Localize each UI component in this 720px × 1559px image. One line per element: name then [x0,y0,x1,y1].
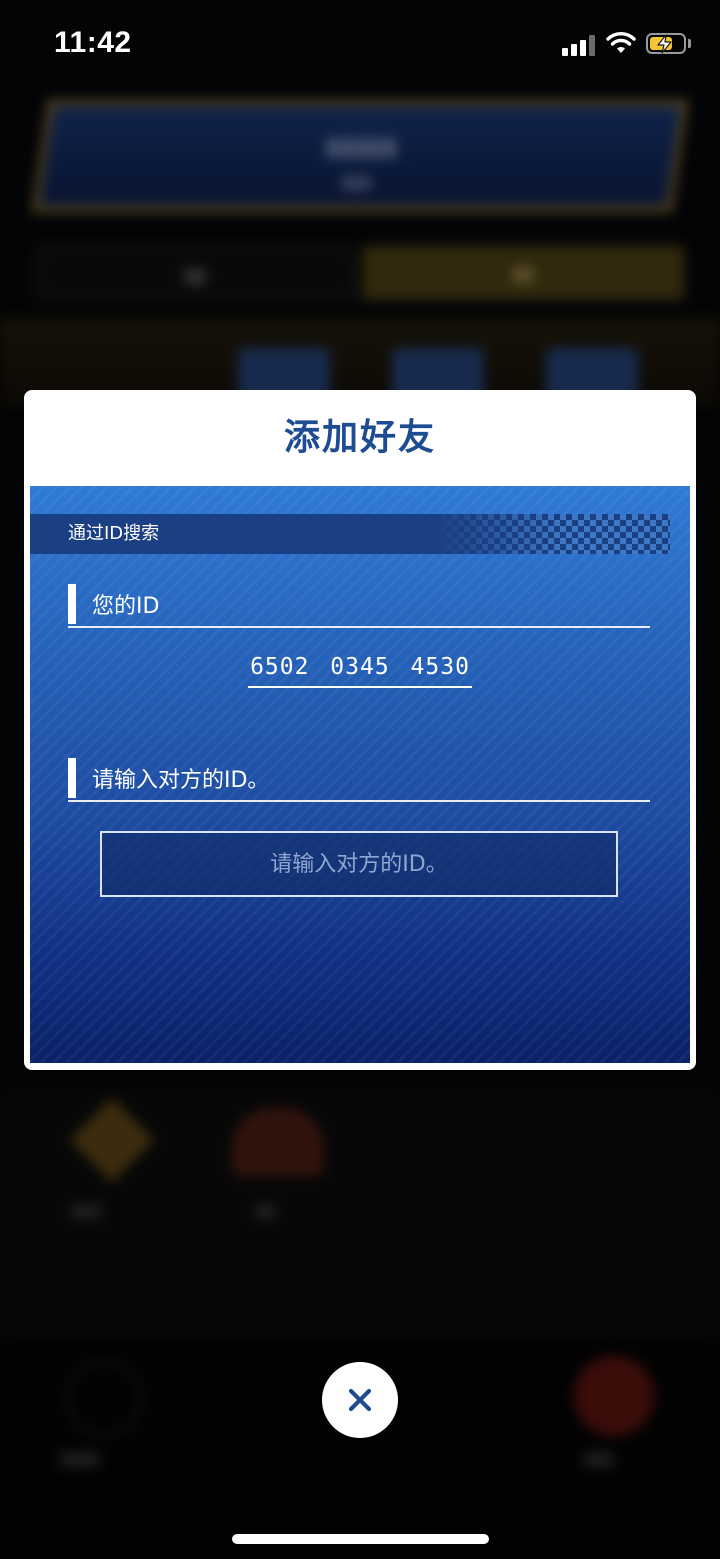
friend-id-input[interactable] [100,831,618,897]
your-id-display: 6502 0345 4530 [30,654,690,688]
enter-id-label: 请输入对方的ID。 [92,768,270,793]
checkered-flag-pattern [434,514,670,554]
your-id-header: 您的ID [68,582,650,628]
wifi-icon [606,32,636,53]
close-icon [348,1388,372,1412]
home-indicator[interactable] [232,1534,489,1544]
search-by-id-section-header: 通过ID搜索 [30,514,670,554]
dialog-title: 添加好友 [283,417,436,458]
enter-id-header: 请输入对方的ID。 [68,756,650,802]
section-label: 通过ID搜索 [68,523,160,544]
screen: ▮▮▮▮▮ ▮▮▮ ▮▮ ▮▮ ▮▮▮ ▮▮ ▮▮▮▮ ▮▮▮ 11:42 添加… [0,0,720,1559]
close-button[interactable] [322,1362,398,1438]
your-id-value[interactable]: 6502 0345 4530 [248,654,472,688]
add-friend-dialog: 添加好友 通过ID搜索 您的ID 6502 0345 4530 请输入对方的ID… [24,390,696,1070]
status-time: 11:42 [54,26,132,59]
label-accent-bar [68,584,76,624]
battery-cap [688,39,691,48]
your-id-label: 您的ID [92,594,160,619]
dialog-body: 通过ID搜索 您的ID 6502 0345 4530 请输入对方的ID。 [30,486,690,1063]
charging-bolt-icon [657,34,672,54]
label-accent-bar [68,758,76,798]
cellular-signal-icon [562,34,598,56]
